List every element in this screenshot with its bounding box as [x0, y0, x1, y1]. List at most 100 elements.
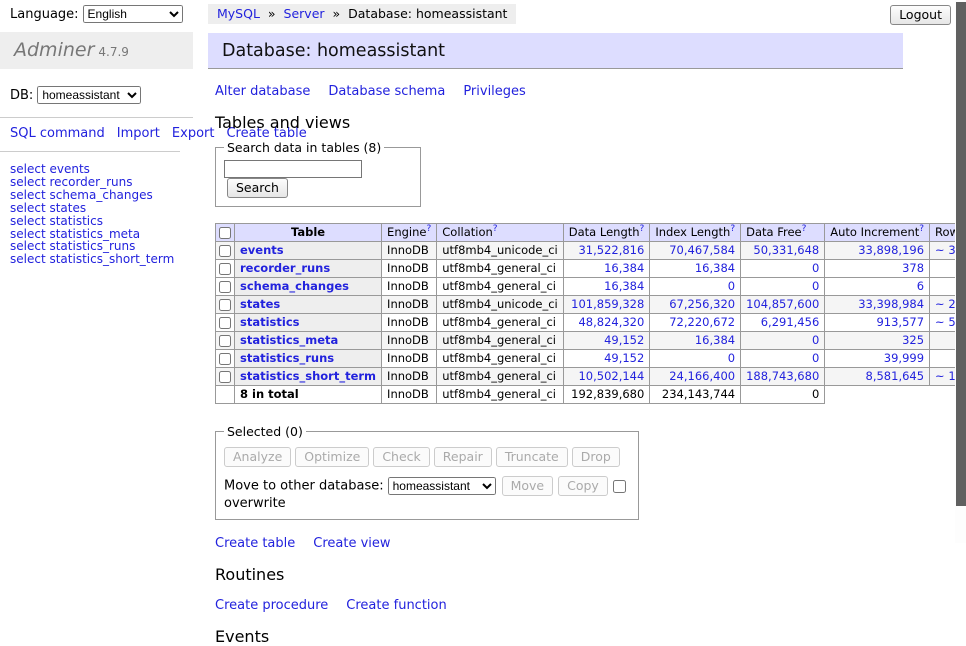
selected-buttons-row: AnalyzeOptimizeCheckRepairTruncateDrop — [224, 447, 630, 467]
row-checkbox[interactable] — [219, 263, 231, 275]
index-length-cell-link[interactable]: 0 — [728, 351, 735, 365]
auto-increment-cell-link[interactable]: 6 — [917, 279, 924, 293]
data-length-cell-link[interactable]: 49,152 — [604, 333, 644, 347]
column-help-link[interactable]: ? — [919, 224, 924, 234]
routines-heading: Routines — [215, 565, 945, 584]
index-length-cell-link[interactable]: 67,256,320 — [669, 297, 735, 311]
data-length-cell-link[interactable]: 48,824,320 — [578, 315, 644, 329]
row-checkbox[interactable] — [219, 299, 231, 311]
table-name-cell: statistics_meta — [235, 332, 382, 350]
sidebar-table-link[interactable]: select states — [10, 202, 183, 215]
row-checkbox[interactable] — [219, 371, 231, 383]
sidebar-table-link[interactable]: select events — [10, 163, 183, 176]
action-link[interactable]: Database schema — [328, 84, 445, 99]
row-checkbox[interactable] — [219, 245, 231, 257]
table-name-link[interactable]: statistics — [240, 315, 300, 329]
auto-increment-cell-link[interactable]: 378 — [902, 261, 924, 275]
breadcrumb-link[interactable]: MySQL — [217, 6, 260, 21]
sidebar-table-link[interactable]: select statistics_short_term — [10, 253, 183, 266]
select-all-checkbox[interactable] — [219, 227, 231, 239]
action-link[interactable]: Privileges — [463, 84, 526, 99]
db-select[interactable]: homeassistant — [37, 86, 141, 104]
auto-increment-cell-link[interactable]: 325 — [902, 333, 924, 347]
overwrite-checkbox[interactable] — [613, 480, 626, 493]
sidebar-table-link[interactable]: select schema_changes — [10, 189, 183, 202]
data-free-cell-link[interactable]: 0 — [812, 261, 819, 275]
table-name-link[interactable]: events — [240, 243, 284, 257]
create-link[interactable]: Create table — [215, 536, 295, 551]
data-free-cell-link[interactable]: 50,331,648 — [753, 243, 819, 257]
auto-increment-cell-link[interactable]: 39,999 — [884, 351, 924, 365]
index-length-cell-link[interactable]: 16,384 — [695, 261, 735, 275]
row-checkbox[interactable] — [219, 353, 231, 365]
data-free-cell-link[interactable]: 0 — [812, 279, 819, 293]
column-help-link[interactable]: ? — [426, 224, 431, 234]
row-checkbox[interactable] — [219, 335, 231, 347]
row-checkbox[interactable] — [219, 317, 231, 329]
optimize-button[interactable]: Optimize — [295, 447, 369, 467]
auto-increment-cell-link[interactable]: 33,898,196 — [858, 243, 924, 257]
routine-link[interactable]: Create function — [346, 598, 446, 613]
data-length-cell-link[interactable]: 31,522,816 — [578, 243, 644, 257]
sidebar-table-link[interactable]: select recorder_runs — [10, 176, 183, 189]
auto-increment-cell-link[interactable]: 33,398,984 — [858, 297, 924, 311]
row-checkbox[interactable] — [219, 281, 231, 293]
column-help-link[interactable]: ? — [640, 224, 645, 234]
data-free-cell-link[interactable]: 0 — [812, 351, 819, 365]
index-length-cell: 72,220,672 — [650, 314, 741, 332]
table-name-link[interactable]: schema_changes — [240, 279, 349, 293]
data-length-cell-link[interactable]: 49,152 — [604, 351, 644, 365]
scrollbar[interactable] — [955, 0, 966, 543]
database-action-links: Alter database Database schema Privileges — [215, 84, 945, 99]
column-help-link[interactable]: ? — [493, 224, 498, 234]
table-name-link[interactable]: states — [240, 297, 280, 311]
table-name-link[interactable]: statistics_runs — [240, 351, 334, 365]
analyze-button[interactable]: Analyze — [224, 447, 291, 467]
auto-increment-cell-link[interactable]: 913,577 — [876, 315, 924, 329]
index-length-cell-link[interactable]: 70,467,584 — [669, 243, 735, 257]
routine-link[interactable]: Create procedure — [215, 598, 328, 613]
sidebar-link[interactable]: SQL command — [10, 126, 105, 141]
drop-button[interactable]: Drop — [572, 447, 620, 467]
data-free-cell-link[interactable]: 188,743,680 — [746, 369, 819, 383]
check-button[interactable]: Check — [373, 447, 429, 467]
data-length-cell-link[interactable]: 16,384 — [604, 279, 644, 293]
sidebar-link[interactable]: Import — [117, 126, 160, 141]
column-help-link[interactable]: ? — [802, 224, 807, 234]
column-help-link[interactable]: ? — [730, 224, 735, 234]
sidebar-table-link[interactable]: select statistics — [10, 215, 183, 228]
search-button[interactable]: Search — [227, 178, 288, 198]
language-select[interactable]: English — [83, 5, 183, 23]
auto-increment-cell-link[interactable]: 8,581,645 — [866, 369, 925, 383]
search-input[interactable] — [224, 160, 362, 178]
copy-button[interactable]: Copy — [558, 476, 608, 496]
data-free-cell-link[interactable]: 0 — [812, 333, 819, 347]
truncate-button[interactable]: Truncate — [496, 447, 568, 467]
move-button[interactable]: Move — [502, 476, 554, 496]
data-length-cell-link[interactable]: 10,502,144 — [578, 369, 644, 383]
data-length-cell-link[interactable]: 101,859,328 — [571, 297, 644, 311]
table-name-cell: states — [235, 296, 382, 314]
create-link[interactable]: Create view — [313, 536, 390, 551]
index-length-cell-link[interactable]: 24,166,400 — [669, 369, 735, 383]
data-free-cell-link[interactable]: 6,291,456 — [761, 315, 820, 329]
index-length-cell-link[interactable]: 16,384 — [695, 333, 735, 347]
total-empty-cell — [825, 386, 966, 404]
data-length-cell-link[interactable]: 16,384 — [604, 261, 644, 275]
scrollbar-thumb[interactable] — [956, 2, 966, 506]
adminer-brand[interactable]: Adminer — [14, 39, 94, 61]
index-length-cell-link[interactable]: 72,220,672 — [669, 315, 735, 329]
table-name-link[interactable]: recorder_runs — [240, 261, 330, 275]
sidebar-link[interactable]: Export — [172, 126, 215, 141]
move-db-select[interactable]: homeassistant — [388, 477, 496, 495]
logout-button[interactable]: Logout — [890, 5, 951, 25]
index-length-cell-link[interactable]: 0 — [728, 279, 735, 293]
column-help: ? — [730, 224, 735, 234]
breadcrumb-link[interactable]: Server — [284, 6, 325, 21]
repair-button[interactable]: Repair — [434, 447, 492, 467]
table-name-link[interactable]: statistics_meta — [240, 333, 338, 347]
table-name-link[interactable]: statistics_short_term — [240, 369, 376, 383]
action-link[interactable]: Alter database — [215, 84, 310, 99]
data-free-cell-link[interactable]: 104,857,600 — [746, 297, 819, 311]
column-label: Index Length — [655, 225, 730, 239]
